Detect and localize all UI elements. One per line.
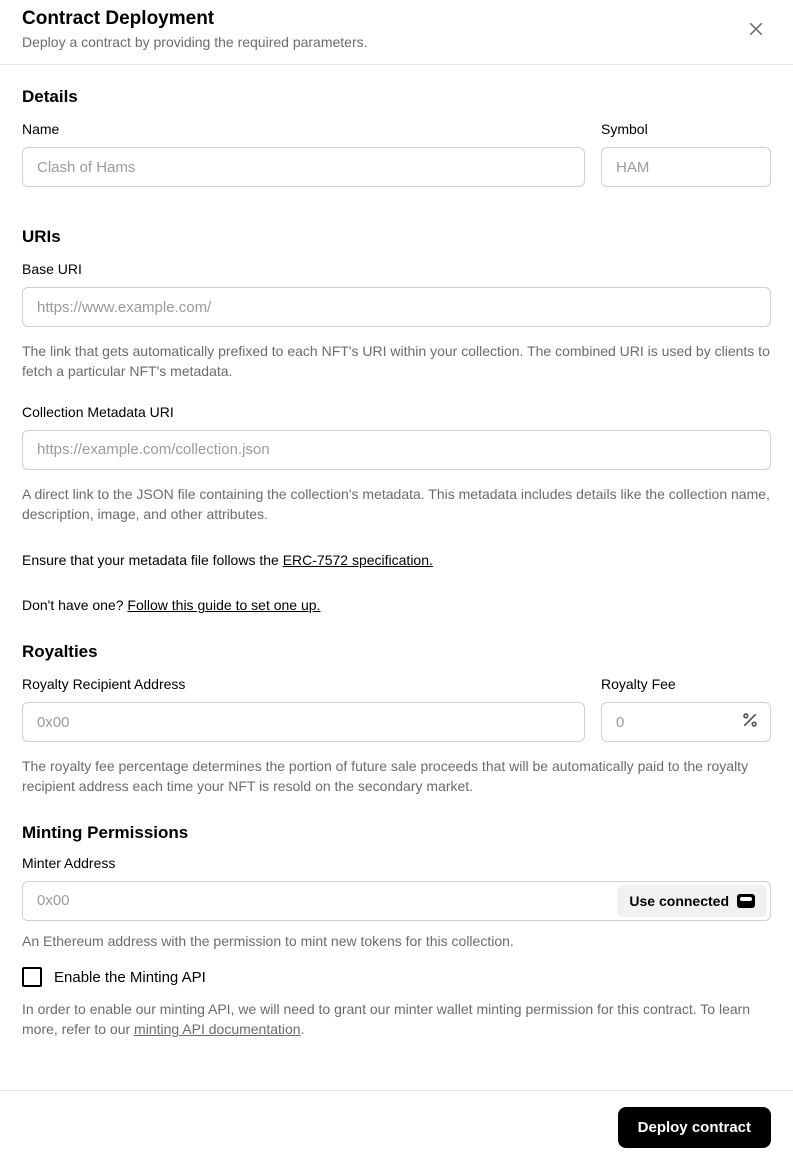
- enable-api-label: Enable the Minting API: [54, 969, 206, 986]
- minter-input-group: Use connected: [22, 881, 771, 921]
- name-label: Name: [22, 121, 585, 137]
- uris-heading: URIs: [22, 227, 771, 247]
- modal-header: Contract Deployment Deploy a contract by…: [0, 0, 793, 65]
- api-help: In order to enable our minting API, we w…: [22, 999, 771, 1040]
- spec-text: Ensure that your metadata file follows t…: [22, 550, 771, 571]
- collection-uri-input[interactable]: [22, 430, 771, 470]
- api-help-suffix: .: [301, 1021, 305, 1037]
- royalty-recipient-input[interactable]: [22, 702, 585, 742]
- royalty-fee-field: Royalty Fee: [601, 676, 771, 742]
- use-connected-label: Use connected: [629, 893, 729, 909]
- section-royalties: Royalties Royalty Recipient Address Roya…: [22, 642, 771, 797]
- guide-prefix: Don't have one?: [22, 597, 127, 613]
- base-uri-field: Base URI: [22, 261, 771, 327]
- wallet-icon: [737, 894, 755, 908]
- minter-address-label: Minter Address: [22, 855, 771, 871]
- base-uri-input[interactable]: [22, 287, 771, 327]
- minting-heading: Minting Permissions: [22, 823, 771, 843]
- royalties-heading: Royalties: [22, 642, 771, 662]
- base-uri-help: The link that gets automatically prefixe…: [22, 341, 771, 382]
- name-field-wrapper: Name: [22, 121, 585, 187]
- enable-api-checkbox[interactable]: [22, 967, 42, 987]
- section-minting: Minting Permissions Minter Address Use c…: [22, 823, 771, 1040]
- collection-uri-label: Collection Metadata URI: [22, 404, 771, 420]
- close-icon: [747, 20, 765, 38]
- royalty-fee-input[interactable]: [601, 702, 771, 742]
- base-uri-label: Base URI: [22, 261, 771, 277]
- royalty-recipient-label: Royalty Recipient Address: [22, 676, 585, 692]
- royalty-fee-input-wrap: [601, 702, 771, 742]
- close-button[interactable]: [741, 14, 771, 44]
- page-title: Contract Deployment: [22, 8, 368, 30]
- modal-content: Details Name Symbol URIs Base URI The li…: [0, 65, 793, 1060]
- collection-uri-help: A direct link to the JSON file containin…: [22, 484, 771, 525]
- symbol-field-wrapper: Symbol: [601, 121, 771, 187]
- minter-help: An Ethereum address with the permission …: [22, 931, 771, 951]
- royalty-recipient-field: Royalty Recipient Address: [22, 676, 585, 742]
- spec-prefix: Ensure that your metadata file follows t…: [22, 552, 283, 568]
- deploy-button[interactable]: Deploy contract: [618, 1107, 771, 1148]
- details-row: Name Symbol: [22, 121, 771, 201]
- enable-api-row: Enable the Minting API: [22, 967, 771, 987]
- section-uris: URIs Base URI The link that gets automat…: [22, 227, 771, 616]
- modal-footer: Deploy contract: [0, 1090, 793, 1164]
- api-doc-link[interactable]: minting API documentation: [134, 1021, 301, 1037]
- spec-link[interactable]: ERC-7572 specification.: [283, 552, 433, 568]
- api-help-prefix: In order to enable our minting API, we w…: [22, 1001, 750, 1037]
- symbol-input[interactable]: [601, 147, 771, 187]
- royalty-fee-label: Royalty Fee: [601, 676, 771, 692]
- royalty-help: The royalty fee percentage determines th…: [22, 756, 771, 797]
- section-details: Details Name Symbol: [22, 87, 771, 201]
- header-text: Contract Deployment Deploy a contract by…: [22, 8, 368, 50]
- royalties-row: Royalty Recipient Address Royalty Fee: [22, 676, 771, 756]
- name-input[interactable]: [22, 147, 585, 187]
- minter-address-field: Minter Address Use connected: [22, 855, 771, 921]
- use-connected-button[interactable]: Use connected: [617, 885, 767, 917]
- page-subtitle: Deploy a contract by providing the requi…: [22, 34, 368, 50]
- symbol-label: Symbol: [601, 121, 771, 137]
- guide-text: Don't have one? Follow this guide to set…: [22, 595, 771, 616]
- guide-link[interactable]: Follow this guide to set one up.: [127, 597, 320, 613]
- minter-address-input[interactable]: [23, 882, 614, 920]
- details-heading: Details: [22, 87, 771, 107]
- collection-uri-field: Collection Metadata URI: [22, 404, 771, 470]
